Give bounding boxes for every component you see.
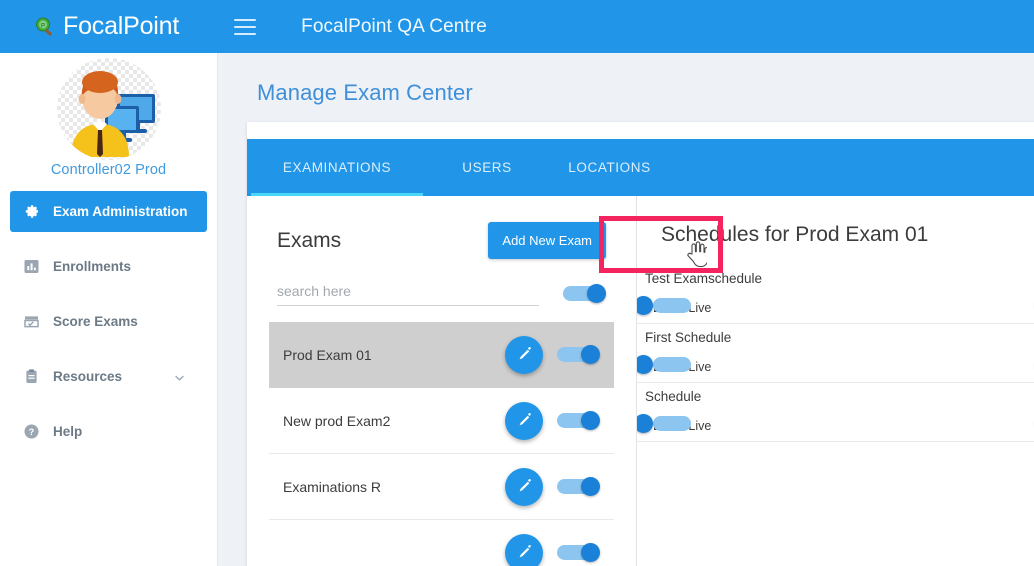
sidebar-item-resources[interactable]: Resources [10, 356, 207, 397]
pencil-icon [519, 413, 531, 426]
exam-list: Prod Exam 01 New prod Exam2 Examinations… [247, 322, 636, 566]
exams-pane: Exams Add New Exam Prod Exam 01 [247, 196, 637, 566]
brand-logo-group[interactable]: P FocalPoint [34, 12, 179, 41]
tab-label: USERS [462, 160, 512, 175]
sidebar-item-label: Exam Administration [53, 204, 188, 219]
search-input[interactable] [277, 281, 539, 306]
toggle-knob [637, 355, 653, 374]
schedule-toggles-row: Exam Live Pu [637, 355, 1034, 374]
toggle-track [653, 298, 691, 313]
user-with-monitors-avatar [56, 58, 161, 160]
exams-search-row [277, 281, 606, 306]
panes-container: Exams Add New Exam Prod Exam 01 [247, 196, 1034, 566]
clipboard-icon [22, 368, 40, 386]
tab-locations[interactable]: LOCATIONS [547, 139, 672, 196]
svg-text:?: ? [28, 427, 34, 437]
schedule-toggles-row: Exam Live Pu [637, 296, 1034, 315]
exam-list-item[interactable]: Prod Exam 01 [269, 322, 614, 388]
toggle-knob [637, 296, 653, 315]
question-circle-icon: ? [22, 423, 40, 441]
sidebar-item-label: Resources [53, 369, 123, 384]
sidebar-item-help[interactable]: ? Help [10, 411, 207, 452]
chevron-down-icon[interactable] [174, 371, 185, 382]
schedule-name: Schedule [645, 389, 702, 404]
schedule-toggles-row: Exam Live Pu [637, 414, 1034, 433]
tab-label: LOCATIONS [568, 160, 651, 175]
toggle-knob [581, 411, 600, 430]
schedules-list: Test Examschedule Exam Live [637, 265, 1034, 442]
edit-exam-button[interactable] [505, 533, 543, 566]
svg-text:P: P [41, 23, 45, 29]
toggle-knob [581, 543, 600, 562]
exam-active-toggle[interactable] [557, 345, 600, 364]
exam-live-group: Exam Live [637, 414, 711, 433]
toggle-knob [581, 477, 600, 496]
exams-title: Exams [277, 228, 342, 252]
sidebar-nav: Exam Administration Enrollments Score Ex… [0, 191, 217, 452]
exam-name: Examinations R [283, 478, 382, 495]
app-window: P FocalPoint FocalPoint QA Centre Contro… [0, 0, 1034, 566]
magnifier-icon: P [34, 16, 56, 38]
exam-center-card: EXAMINATIONS USERS LOCATIONS Exams Add N… [247, 122, 1034, 566]
schedule-name: First Schedule [645, 330, 732, 345]
app-title: FocalPoint QA Centre [301, 15, 487, 37]
tab-users[interactable]: USERS [427, 139, 547, 196]
search-filter-toggle[interactable] [563, 284, 606, 303]
sidebar-item-exam-administration[interactable]: Exam Administration [10, 191, 207, 232]
exam-list-item[interactable]: New prod Exam2 [269, 388, 614, 454]
exam-live-group: Exam Live [637, 355, 711, 374]
exam-list-item[interactable]: Examinations R [269, 454, 614, 520]
schedule-list-item: Test Examschedule Exam Live [637, 265, 1034, 324]
schedule-name: Test Examschedule [645, 271, 763, 286]
schedules-title: Schedules for Prod Exam 01 [661, 223, 929, 246]
pencil-icon [519, 545, 531, 558]
toggle-track [653, 357, 691, 372]
exam-live-group: Exam Live [637, 296, 711, 315]
tab-examinations[interactable]: EXAMINATIONS [247, 139, 427, 196]
exam-active-toggle[interactable] [557, 543, 600, 562]
toggle-knob [581, 345, 600, 364]
tab-bar: EXAMINATIONS USERS LOCATIONS [247, 139, 1034, 196]
hamburger-menu-icon[interactable] [234, 18, 257, 35]
exam-name: Prod Exam 01 [283, 346, 372, 363]
edit-exam-button[interactable] [505, 335, 543, 374]
edit-exam-button[interactable] [505, 401, 543, 440]
sidebar-item-label: Enrollments [53, 259, 132, 274]
exam-active-toggle[interactable] [557, 411, 600, 430]
sidebar-item-label: Score Exams [53, 314, 138, 329]
sidebar-item-enrollments[interactable]: Enrollments [10, 246, 207, 287]
tab-label: EXAMINATIONS [282, 160, 392, 175]
toggle-track [653, 416, 691, 431]
schedule-list-item: Schedule Exam Live [637, 383, 1034, 442]
add-new-exam-button[interactable]: Add New Exam [488, 222, 606, 259]
schedule-list-item: First Schedule Exam Live [637, 324, 1034, 383]
pencil-icon [519, 479, 531, 492]
user-name: Controller02 Prod [50, 162, 167, 178]
gear-icon [22, 203, 40, 221]
sidebar: Controller02 Prod Exam Administration En… [0, 53, 218, 566]
exams-header: Exams Add New Exam [277, 222, 606, 259]
toggle-knob [637, 414, 653, 433]
exam-active-toggle[interactable] [557, 477, 600, 496]
bar-chart-icon [22, 258, 40, 276]
toggle-knob [587, 284, 606, 303]
checklist-card-icon [22, 313, 40, 331]
sidebar-item-score-exams[interactable]: Score Exams [10, 301, 207, 342]
avatar-container [0, 58, 217, 160]
edit-exam-button[interactable] [505, 467, 543, 506]
pencil-icon [519, 347, 531, 360]
exam-list-item[interactable] [269, 520, 614, 566]
page-title: Manage Exam Center [257, 80, 473, 105]
main-content: Manage Exam Center EXAMINATIONS USERS LO… [218, 53, 1034, 566]
brand-name: FocalPoint [63, 12, 180, 40]
sidebar-item-label: Help [53, 424, 83, 439]
top-navigation-bar: P FocalPoint FocalPoint QA Centre [0, 0, 1034, 53]
exam-name: New prod Exam2 [283, 412, 391, 429]
schedules-pane: Schedules for Prod Exam 01 Test Examsche… [637, 196, 1034, 566]
